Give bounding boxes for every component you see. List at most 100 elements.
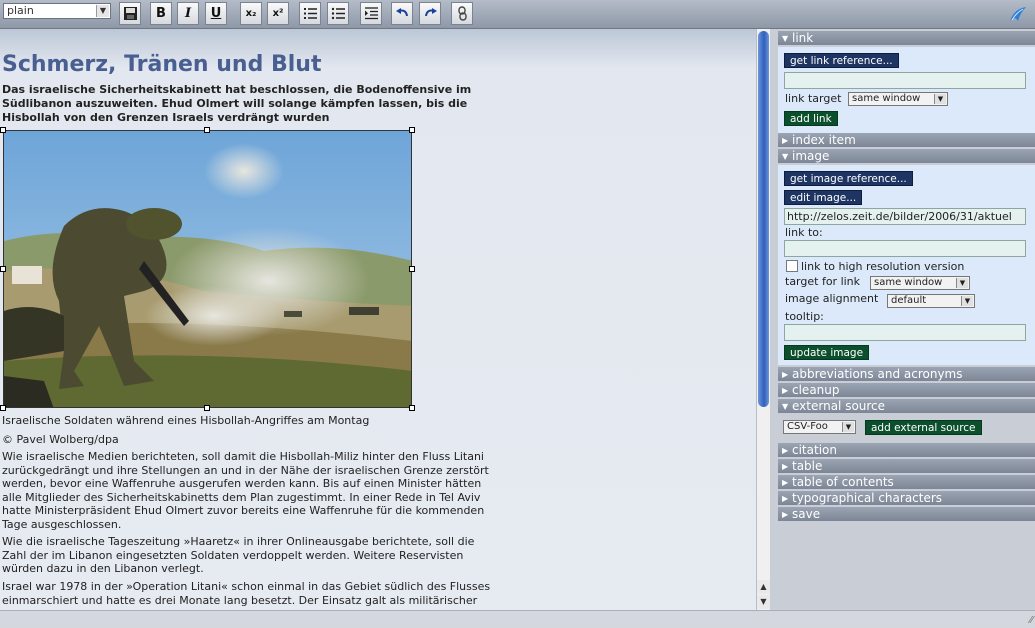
link-target-label: link target (785, 92, 842, 105)
editor-vertical-scrollbar[interactable]: ▲ ▼ (756, 29, 770, 610)
add-link-button[interactable]: add link (784, 111, 838, 126)
image-credit: © Pavel Wolberg/dpa (2, 433, 119, 446)
section-header-table[interactable]: ▶ table (778, 459, 1035, 474)
link-input[interactable] (784, 72, 1026, 89)
resize-handle-e[interactable] (409, 266, 415, 272)
section-header-image[interactable]: ▼ image (778, 149, 1035, 164)
chevron-down-icon: ▼ (956, 278, 968, 288)
update-image-button[interactable]: update image (784, 345, 870, 360)
image-alignment-label: image alignment (785, 292, 879, 305)
paragraph-style-value: plain (7, 4, 34, 17)
add-external-source-button[interactable]: add external source (865, 420, 982, 435)
resize-handle-n[interactable] (204, 127, 210, 133)
undo-icon (395, 8, 408, 17)
get-image-reference-button[interactable]: get image reference... (784, 171, 913, 186)
high-res-checkbox[interactable] (786, 260, 798, 272)
section-title: table of contents (792, 475, 894, 489)
chevron-down-icon: ▼ (842, 422, 854, 432)
section-title: save (792, 507, 821, 521)
status-bar: ⁄⁄ (0, 610, 1035, 628)
triangle-right-icon: ▶ (782, 386, 789, 395)
floppy-disk-icon (123, 7, 137, 20)
section-header-link[interactable]: ▼ link (778, 31, 1035, 46)
triangle-right-icon: ▶ (782, 370, 789, 379)
section-title: link (792, 31, 814, 45)
link-button[interactable] (451, 2, 473, 25)
article-paragraph-1: Wie israelische Medien berichteten, soll… (2, 450, 489, 530)
triangle-down-icon: ▼ (782, 402, 789, 411)
section-header-save[interactable]: ▶ save (778, 507, 1035, 522)
image-link-to-input[interactable] (784, 240, 1026, 257)
triangle-right-icon: ▶ (782, 510, 789, 519)
subscript-button[interactable]: x₂ (240, 2, 262, 25)
external-source-select[interactable]: CSV-Foo ▼ (783, 420, 856, 434)
link-to-label: link to: (785, 226, 823, 239)
external-source-value: CSV-Foo (787, 421, 828, 432)
target-for-link-label: target for link (785, 275, 861, 288)
image-target-select[interactable]: same window ▼ (870, 276, 970, 290)
resize-handle-ne[interactable] (409, 127, 415, 133)
undo-button[interactable] (391, 2, 413, 25)
section-title: cleanup (792, 383, 840, 397)
section-header-typographical-characters[interactable]: ▶ typographical characters (778, 491, 1035, 506)
scrollbar-thumb[interactable] (758, 31, 769, 407)
chevron-down-icon: ▼ (96, 5, 109, 17)
link-target-value: same window (852, 93, 921, 104)
image-url-input[interactable]: http://zelos.zeit.de/bilder/2006/31/aktu… (784, 208, 1026, 225)
section-title: image (792, 149, 830, 163)
image-alignment-value: default (891, 295, 927, 306)
triangle-right-icon: ▶ (782, 478, 789, 487)
resize-handle-w[interactable] (0, 266, 6, 272)
app-logo-icon (1010, 7, 1026, 21)
section-title: typographical characters (792, 491, 943, 505)
scroll-up-arrow-icon[interactable]: ▲ (757, 580, 770, 594)
triangle-down-icon: ▼ (782, 152, 789, 161)
article-title: Schmerz, Tränen und Blut (2, 52, 322, 77)
section-header-abbreviations[interactable]: ▶ abbreviations and acronyms (778, 367, 1035, 382)
unordered-list-button[interactable] (327, 2, 349, 25)
resize-handle-sw[interactable] (0, 405, 6, 411)
resize-handle-nw[interactable] (0, 127, 6, 133)
section-header-table-of-contents[interactable]: ▶ table of contents (778, 475, 1035, 490)
section-header-index-item[interactable]: ▶ index item (778, 133, 1035, 148)
indent-button[interactable] (360, 2, 382, 25)
toolbar: plain ▼ B I U x₂ x² (0, 0, 1035, 29)
section-header-citation[interactable]: ▶ citation (778, 443, 1035, 458)
tooltip-label: tooltip: (785, 310, 824, 323)
ordered-list-icon (303, 8, 317, 19)
resize-grip-icon[interactable]: ⁄⁄ (1030, 615, 1033, 626)
article-image[interactable] (3, 130, 412, 408)
section-header-external-source[interactable]: ▼ external source (778, 399, 1035, 414)
section-body-link: get link reference... link target same w… (778, 47, 1035, 138)
article-paragraph-2: Wie die israelische Tageszeitung »Haaret… (2, 535, 475, 575)
link-target-select[interactable]: same window ▼ (848, 92, 948, 106)
article-lead: Das israelische Sicherheitskabinett hat … (2, 83, 472, 124)
paragraph-style-select[interactable]: plain ▼ (3, 3, 111, 19)
triangle-right-icon: ▶ (782, 462, 789, 471)
chain-link-icon (457, 6, 467, 21)
section-title: citation (792, 443, 837, 457)
scroll-down-arrow-icon[interactable]: ▼ (757, 595, 770, 609)
triangle-right-icon: ▶ (782, 136, 789, 145)
underline-button[interactable]: U (205, 2, 227, 25)
image-alignment-select[interactable]: default ▼ (887, 294, 975, 308)
redo-icon (424, 8, 437, 17)
edit-image-button[interactable]: edit image... (784, 190, 863, 205)
section-header-cleanup[interactable]: ▶ cleanup (778, 383, 1035, 398)
section-title: index item (792, 133, 856, 147)
article-paragraph-3: Israel war 1978 in der »Operation Litani… (2, 580, 491, 608)
image-tooltip-input[interactable] (784, 324, 1026, 341)
section-title: abbreviations and acronyms (792, 367, 963, 381)
soldier-photo (4, 131, 411, 407)
italic-button[interactable]: I (177, 2, 199, 25)
ordered-list-button[interactable] (299, 2, 321, 25)
bold-button[interactable]: B (150, 2, 172, 25)
save-button[interactable] (119, 2, 141, 25)
get-link-reference-button[interactable]: get link reference... (784, 53, 899, 68)
section-body-external-source: CSV-Foo ▼ add external source (778, 415, 1035, 443)
resize-handle-se[interactable] (409, 405, 415, 411)
redo-button[interactable] (419, 2, 441, 25)
resize-handle-s[interactable] (204, 405, 210, 411)
superscript-button[interactable]: x² (267, 2, 289, 25)
indent-icon (364, 7, 378, 20)
